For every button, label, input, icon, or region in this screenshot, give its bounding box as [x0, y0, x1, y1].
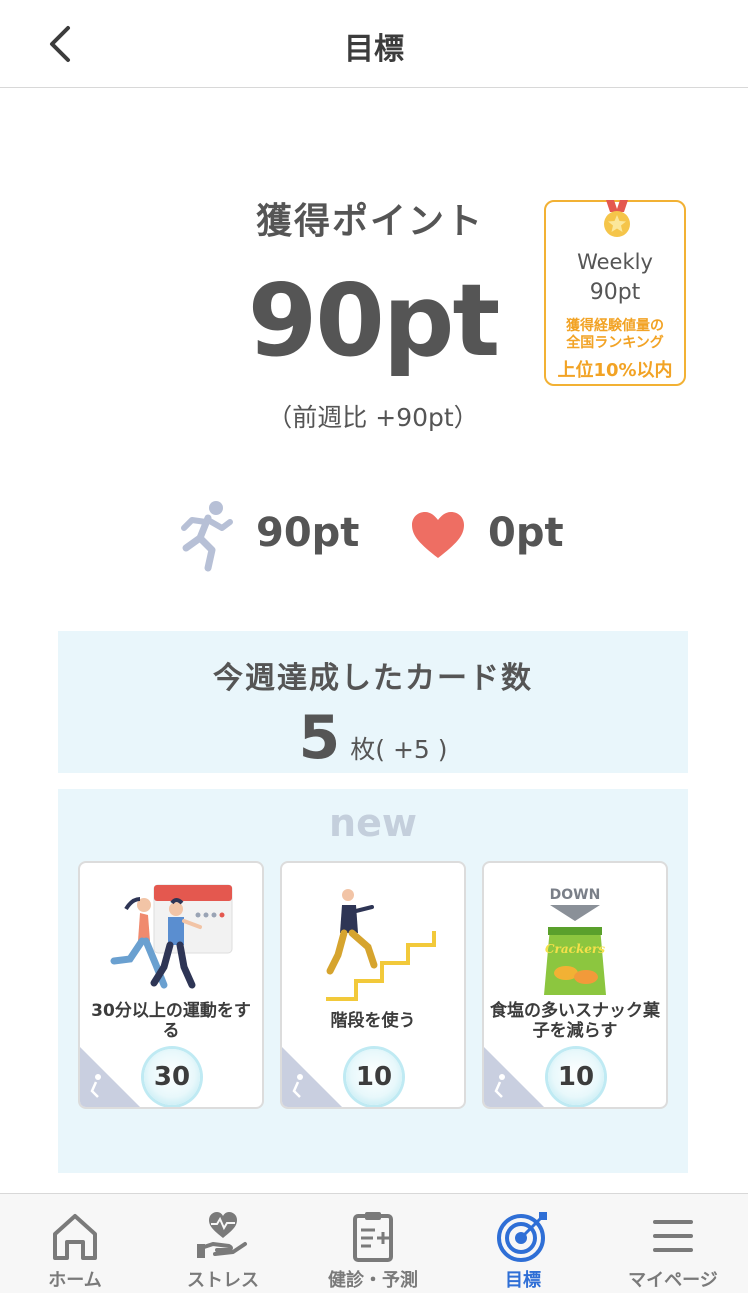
runner-corner-icon — [80, 1047, 140, 1107]
runner-corner-icon — [484, 1047, 544, 1107]
medal-icon — [604, 200, 630, 237]
crackers-down-illustration: DOWN Crackers — [544, 887, 606, 995]
exercise-points: 90pt — [256, 510, 360, 556]
goal-card-text: 30分以上の運動をする — [91, 1001, 251, 1041]
down-label: DOWN — [550, 887, 601, 903]
new-label: new — [329, 801, 417, 845]
nav-label-goal: 目標 — [505, 1270, 541, 1291]
weekly-cards-panel: 今週達成したカード数 5 枚( +5 ) — [58, 631, 688, 773]
new-cards-section: new 30分以上の運動をする 30 階段を使う 10 DOWN Cracker… — [58, 789, 688, 1173]
badge-rank: 上位10%以内 — [557, 360, 673, 381]
nav-item-mypage[interactable]: マイページ — [598, 1194, 748, 1293]
weekly-cards-count: 5 — [298, 703, 341, 773]
weekly-cards-count-row: 5 枚( +5 ) — [58, 703, 688, 773]
runner-corner-icon — [282, 1047, 342, 1107]
badge-description: 獲得経験値量の 全国ランキング — [550, 318, 680, 352]
nav-item-home[interactable]: ホーム — [0, 1194, 150, 1293]
weekly-cards-title: 今週達成したカード数 — [213, 661, 533, 696]
goal-card-text: 階段を使う — [330, 1011, 416, 1031]
goal-card-points: 10 — [346, 1049, 402, 1105]
header: 目標 — [0, 0, 748, 88]
badge-description-line1: 獲得経験値量の — [566, 318, 664, 334]
nav-item-goal[interactable]: 目標 — [448, 1194, 598, 1293]
points-label: 獲得ポイント — [255, 201, 484, 242]
stairs-illustration — [326, 889, 436, 1001]
runner-icon — [181, 501, 233, 572]
couple-jogging-illustration — [110, 884, 233, 989]
heart-hand-icon — [197, 1212, 247, 1258]
page-title: 目標 — [344, 32, 404, 67]
nav-item-checkup[interactable]: 健診・予測 — [298, 1194, 448, 1293]
goal-card[interactable]: 階段を使う 10 — [280, 861, 466, 1109]
points-compare: （前週比 +90pt） — [267, 403, 479, 432]
goal-card-points: 30 — [144, 1049, 200, 1105]
bottom-nav: ホーム ストレス 健診・予測 目標 マイページ — [0, 1193, 748, 1293]
weekly-cards-unit: 枚 — [350, 735, 376, 764]
goal-screen: 目標 獲得ポイント 90pt （前週比 +90pt） Weekly 90pt 獲… — [0, 0, 748, 1293]
goal-card[interactable]: 30分以上の運動をする 30 — [78, 861, 264, 1109]
target-icon — [497, 1212, 547, 1262]
nav-label-checkup: 健診・予測 — [328, 1270, 418, 1291]
crackers-label: Crackers — [545, 942, 605, 956]
goal-card[interactable]: DOWN Crackers 食塩の多いスナック菓子を減らす 10 — [482, 861, 668, 1109]
home-icon — [53, 1214, 97, 1260]
clipboard-icon — [353, 1212, 393, 1262]
goal-card-points: 10 — [548, 1049, 604, 1105]
menu-icon — [653, 1220, 693, 1252]
nav-item-stress[interactable]: ストレス — [148, 1194, 298, 1293]
nav-label-mypage: マイページ — [628, 1270, 718, 1291]
points-value: 90pt — [247, 262, 501, 379]
heart-icon — [412, 512, 464, 558]
goal-card-text: 食塩の多いスナック菓子を減らす — [490, 1001, 660, 1041]
nav-label-stress: ストレス — [187, 1270, 259, 1291]
nav-label-home: ホーム — [48, 1270, 102, 1291]
badge-points: 90pt — [589, 280, 641, 305]
heart-points: 0pt — [488, 510, 564, 556]
weekly-ranking-badge[interactable]: Weekly 90pt 獲得経験値量の 全国ランキング 上位10%以内 — [544, 200, 686, 386]
weekly-cards-diff: ( +5 ) — [375, 735, 448, 764]
badge-weekly-label: Weekly — [577, 250, 653, 274]
badge-description-line2: 全国ランキング — [566, 335, 664, 351]
